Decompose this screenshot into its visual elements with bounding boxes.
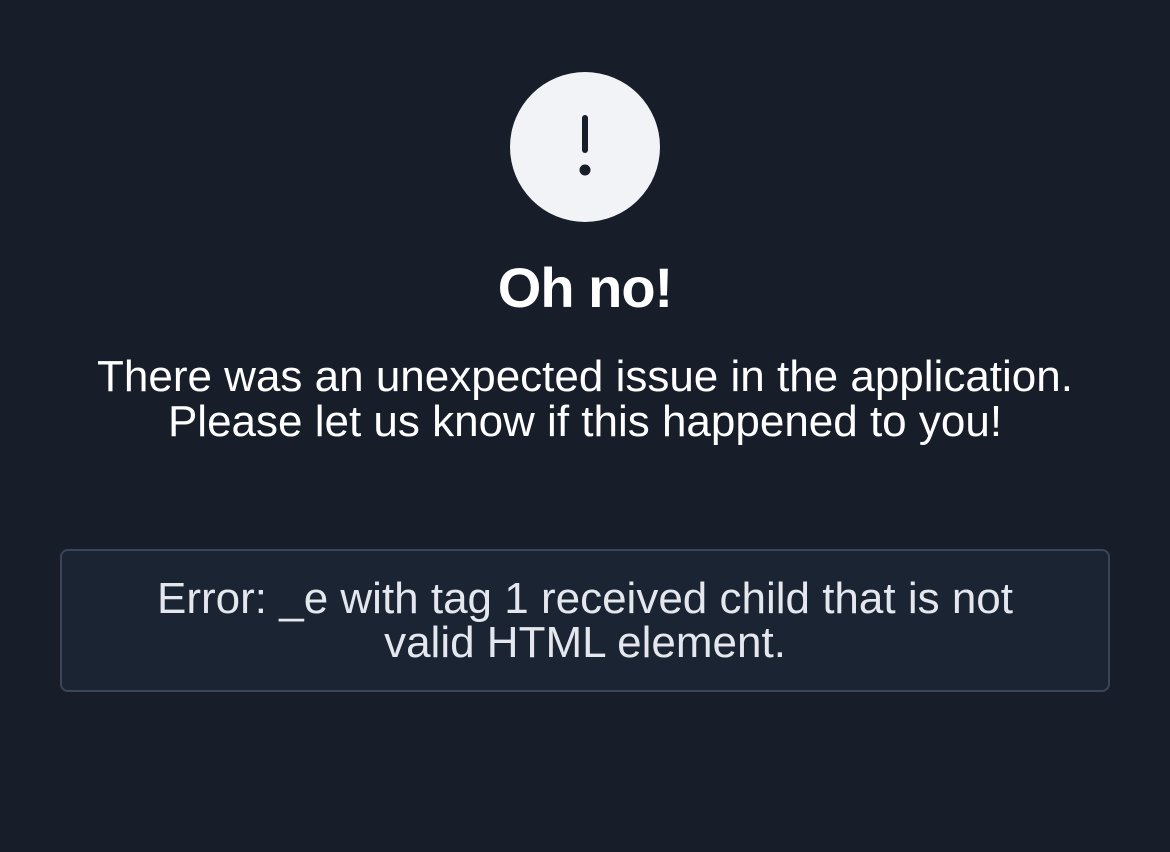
error-message: There was an unexpected issue in the app… [97,352,1073,446]
error-details-text: Error: _e with tag 1 received child that… [157,573,1013,667]
error-details-box: Error: _e with tag 1 received child that… [60,549,1110,692]
error-title: Oh no! [497,256,673,319]
error-page: Oh no! There was an unexpected issue in … [0,0,1170,852]
exclamation-glyph [579,115,591,176]
exclamation-icon [510,72,660,222]
